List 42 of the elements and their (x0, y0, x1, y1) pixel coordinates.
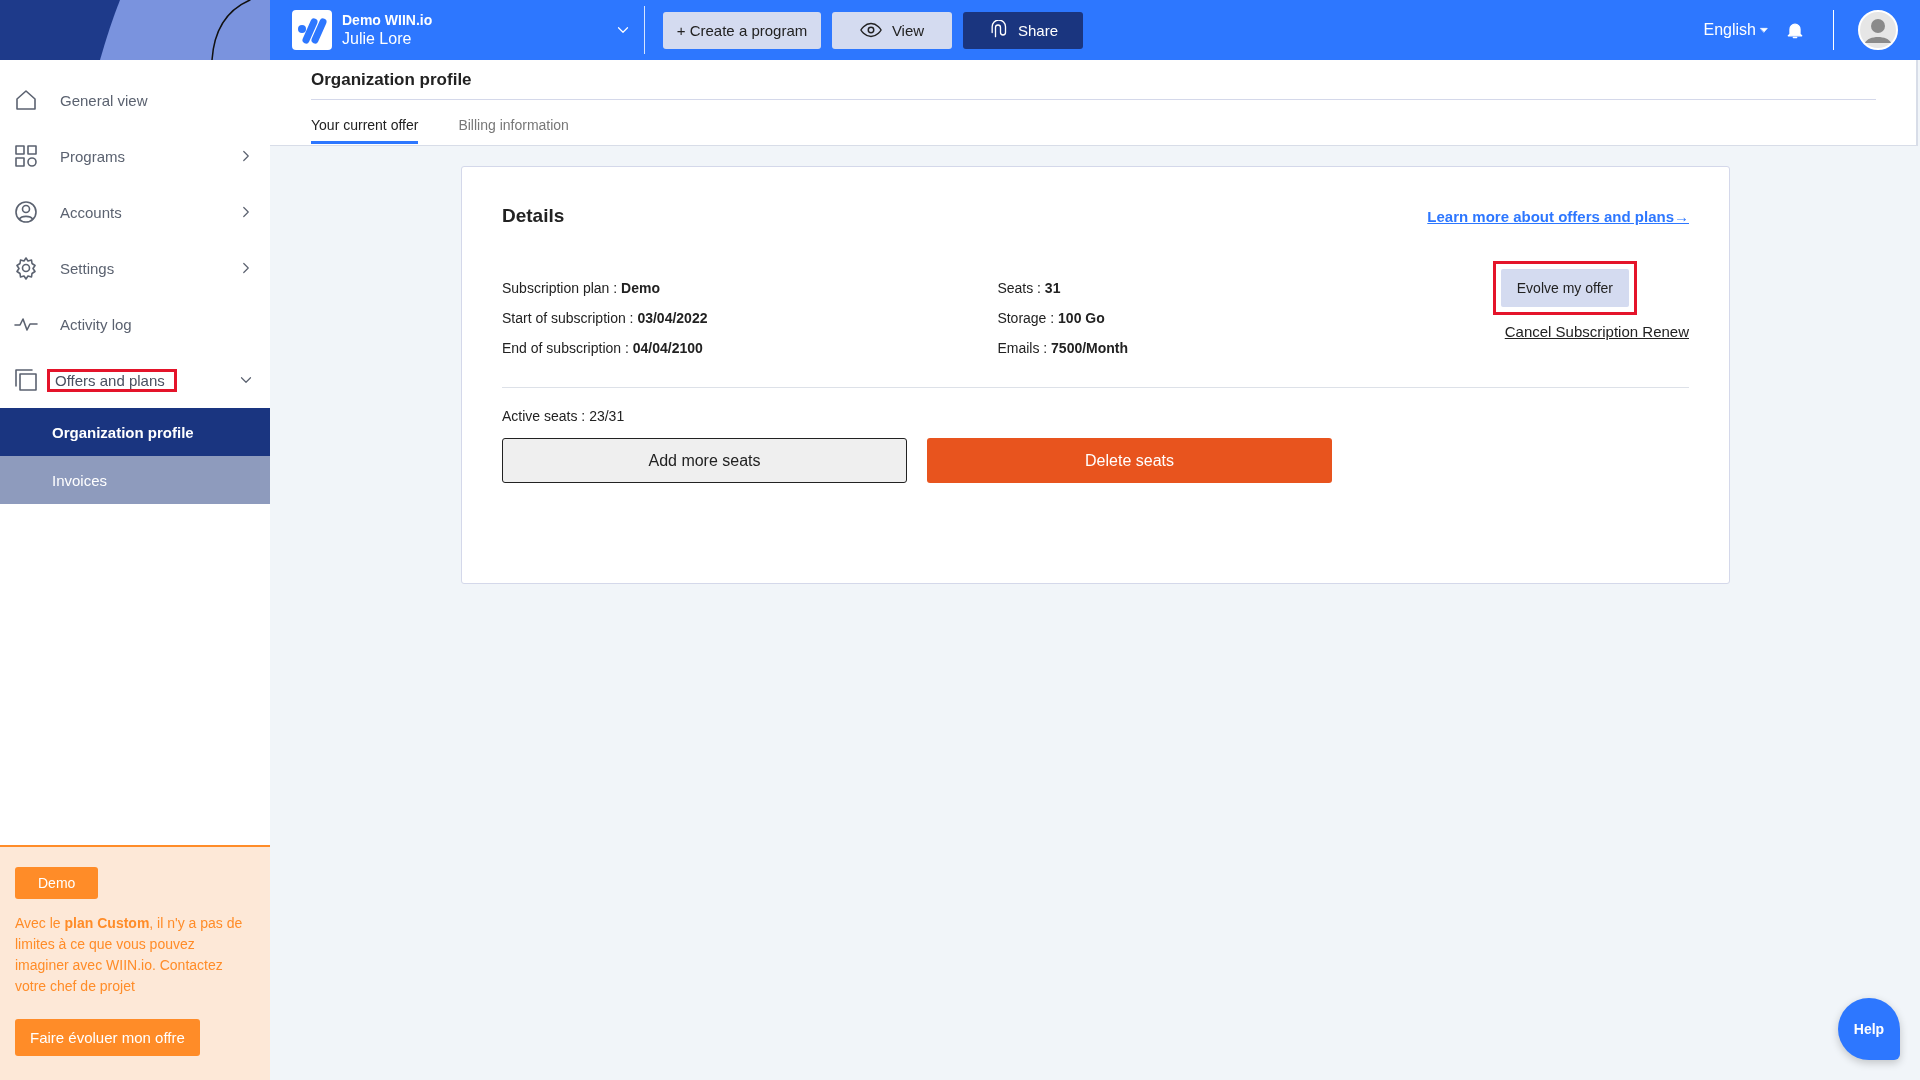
create-program-button[interactable]: + Create a program (663, 11, 821, 49)
home-icon (14, 88, 38, 112)
info-text: End of subscription : 04/04/2100 (502, 339, 704, 357)
nav-item[interactable]: Activity log (0, 296, 270, 352)
view-button[interactable]: View (832, 11, 952, 49)
user-icon (14, 200, 38, 224)
nav-item[interactable]: General view (0, 72, 270, 128)
page-title: Organization profile (311, 70, 1876, 100)
copy-icon (14, 368, 38, 392)
avatar[interactable] (1858, 10, 1898, 50)
organization-switcher[interactable]: Demo WIIN.io Julie Lore (292, 10, 632, 50)
tab[interactable]: Billing information (458, 117, 569, 144)
info-text: Subscription plan : Demo (502, 279, 661, 297)
nav-item[interactable]: Offers and plans (0, 352, 270, 408)
active-seats-text: Active seats : 23/31 (502, 408, 626, 424)
add-seats-button[interactable]: Add more seats (502, 438, 907, 483)
plan-description: Avec le plan Custom, il n'y a pas de limites à ce que vous pouvez imaginer avec WIIN.io. Contactez votre chef de projet (15, 914, 244, 996)
share-button[interactable]: Share (963, 11, 1083, 49)
delete-seats-button[interactable]: Delete seats (927, 438, 1332, 483)
info-text: Emails : 7500/Month (997, 339, 1130, 357)
grid-icon (14, 144, 38, 168)
highlight-frame: Offers and plans (47, 368, 177, 392)
settings-icon (14, 256, 38, 280)
help-button[interactable]: Help (1838, 998, 1900, 1060)
info-text: Storage : 100 Go (997, 309, 1106, 327)
user-name: Julie Lore (342, 30, 413, 48)
logo-icon (292, 10, 332, 50)
nav-item[interactable]: Accounts (0, 184, 270, 240)
info-text: Seats : 31 (997, 279, 1062, 297)
plan-badge: Demo (15, 867, 99, 899)
nav-item[interactable]: Settings (0, 240, 270, 296)
submenu-item[interactable]: Organization profile (0, 408, 270, 456)
nav-item[interactable]: Programs (0, 128, 270, 184)
learn-more-link[interactable]: Learn more about offers and plans→ (1427, 207, 1689, 225)
language-selector[interactable]: English (1703, 21, 1769, 39)
caret-icon (1759, 25, 1769, 35)
organization-name: Demo WIIN.io (342, 12, 434, 28)
section-title: Details (502, 205, 565, 227)
cancel-renewal-link[interactable]: Cancel Subscription Renew (1504, 323, 1689, 340)
info-text: Start of subscription : 03/04/2022 (502, 309, 709, 327)
tab[interactable]: Your current offer (311, 117, 419, 144)
evolve-offer-button[interactable]: Evolve my offer (1500, 269, 1629, 307)
